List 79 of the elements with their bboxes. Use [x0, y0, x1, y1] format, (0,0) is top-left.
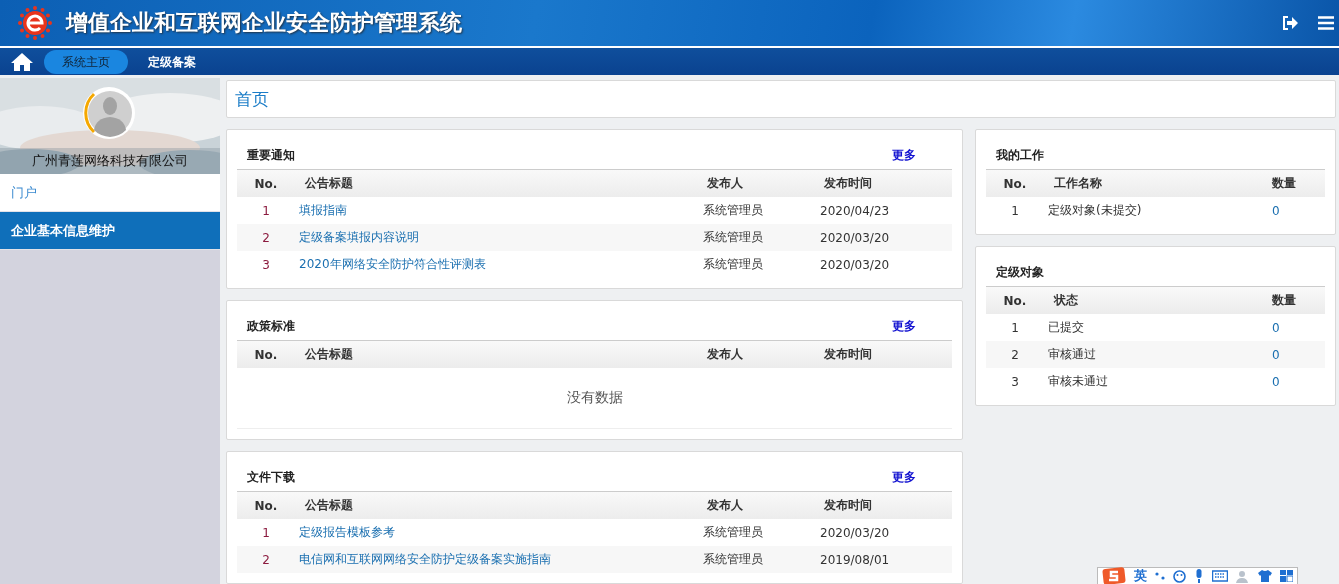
more-link[interactable]: 更多	[892, 147, 916, 164]
empty-message: 没有数据	[566, 389, 623, 407]
table-cell-text: 已提交	[1047, 319, 1085, 336]
table-cell-text: 1	[1010, 320, 1020, 335]
grid-icon[interactable]	[1280, 570, 1293, 582]
panel-title: 重要通知	[247, 147, 295, 164]
nav-tab[interactable]: 系统主页	[44, 49, 128, 74]
table-cell-text: 2020/04/23	[820, 203, 891, 218]
table-cell-text: 1	[1010, 203, 1020, 218]
column-header: 公告标题	[304, 497, 354, 514]
column-header: 公告标题	[304, 175, 354, 192]
table-cell-text: 1	[261, 203, 271, 218]
table-cell-text: 2019/08/01	[820, 552, 891, 567]
ime-logo-icon[interactable]	[1102, 567, 1126, 584]
column-header: No.	[1002, 176, 1028, 191]
column-header: 发布人	[706, 346, 744, 363]
table-cell-text: 系统管理员	[703, 229, 764, 246]
column-header: 发布人	[706, 497, 744, 514]
keyboard-icon[interactable]	[1212, 570, 1228, 582]
panel-title: 我的工作	[996, 147, 1044, 164]
avatar-icon	[82, 86, 136, 140]
table-cell-text: 系统管理员	[703, 256, 764, 273]
column-header: 发布时间	[823, 175, 873, 192]
count-link[interactable]: 0	[1272, 347, 1322, 362]
notice-link[interactable]: 2020年网络安全防护符合性评测表	[295, 256, 703, 273]
logo-icon	[18, 6, 52, 40]
notice-link[interactable]: 定级报告模板参考	[295, 524, 703, 541]
table-cell-text: 3	[261, 257, 271, 272]
column-header: 数量	[1272, 175, 1297, 192]
column-header: 状态	[1052, 292, 1079, 309]
table-cell-text: 2	[261, 552, 271, 567]
column-header: No.	[253, 176, 279, 191]
notice-link[interactable]: 定级备案填报内容说明	[295, 229, 703, 246]
count-link[interactable]: 0	[1272, 203, 1322, 218]
table-cell-text: 2	[261, 230, 271, 245]
logout-icon[interactable]	[1282, 16, 1298, 30]
company-name: 广州青莲网络科技有限公司	[32, 152, 188, 170]
notice-link[interactable]: 填报指南	[295, 202, 703, 219]
nav-tab[interactable]: 定级备案	[134, 49, 210, 74]
count-link[interactable]: 0	[1272, 374, 1322, 389]
column-header: 发布时间	[823, 346, 873, 363]
microphone-icon[interactable]	[1194, 569, 1204, 583]
panel-title: 政策标准	[247, 318, 295, 335]
panel-title: 定级对象	[996, 264, 1044, 281]
panel-title: 文件下载	[247, 469, 295, 486]
punctuation-icon[interactable]	[1155, 571, 1165, 581]
column-header: No.	[1002, 293, 1028, 308]
notice-link[interactable]: 电信网和互联网网络安全防护定级备案实施指南	[295, 551, 703, 568]
sidebar-item[interactable]: 门户	[0, 174, 220, 212]
table-cell-text: 2020/03/20	[820, 257, 891, 272]
table-cell-text: 3	[1010, 374, 1020, 389]
table-cell-text: 系统管理员	[703, 202, 764, 219]
page-title: 首页	[235, 87, 269, 111]
app-title: 增值企业和互联网企业安全防护管理系统	[66, 9, 462, 37]
menu-icon[interactable]	[1318, 16, 1334, 30]
column-header: 数量	[1272, 292, 1297, 309]
column-header: No.	[253, 498, 279, 513]
count-link[interactable]: 0	[1272, 320, 1322, 335]
more-link[interactable]: 更多	[892, 318, 916, 335]
table-cell-text: 2	[1010, 347, 1020, 362]
more-link[interactable]: 更多	[892, 469, 916, 486]
sidebar-item[interactable]: 企业基本信息维护	[0, 212, 220, 250]
column-header: 发布人	[706, 175, 744, 192]
table-cell-text: 系统管理员	[703, 524, 764, 541]
shirt-icon[interactable]	[1258, 570, 1272, 582]
column-header: 工作名称	[1053, 175, 1103, 192]
table-cell-text: 审核通过	[1047, 346, 1097, 363]
table-cell-text: 审核未通过	[1047, 373, 1109, 390]
column-header: 公告标题	[304, 346, 354, 363]
column-header: 发布时间	[823, 497, 873, 514]
table-cell-text: 定级对象(未提交)	[1047, 202, 1143, 219]
smiley-icon[interactable]	[1173, 569, 1186, 583]
home-icon[interactable]	[10, 51, 34, 72]
ime-mode[interactable]: 英	[1134, 567, 1147, 584]
table-cell-text: 2020/03/20	[820, 230, 891, 245]
table-cell-text: 2020/03/20	[820, 525, 891, 540]
table-cell-text: 1	[261, 525, 271, 540]
column-header: No.	[253, 347, 279, 362]
table-cell-text: 系统管理员	[703, 551, 764, 568]
